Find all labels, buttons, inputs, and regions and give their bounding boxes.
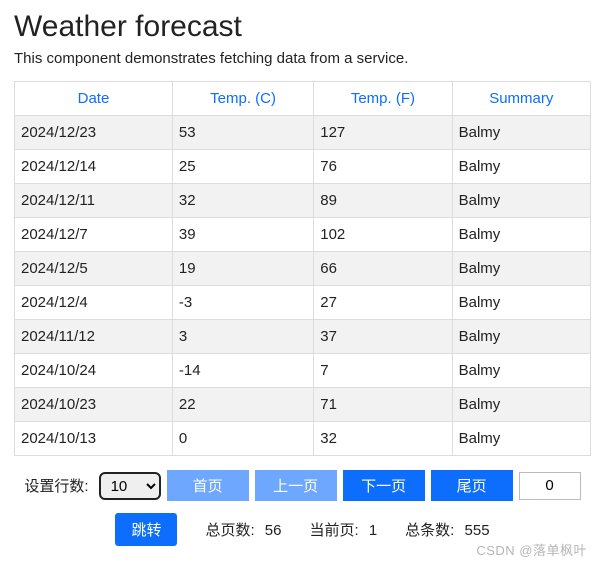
cell-date: 2024/10/23 — [15, 388, 173, 422]
set-rows-label: 设置行数: — [24, 475, 88, 496]
cell-f: 7 — [314, 354, 452, 388]
current-page-label: 当前页: — [309, 522, 358, 539]
cell-f: 127 — [314, 116, 452, 150]
cell-date: 2024/12/23 — [15, 116, 173, 150]
page-number-input[interactable] — [519, 472, 581, 500]
table-row: 2024/10/232271Balmy — [15, 388, 591, 422]
total-items-stat: 总条数: 555 — [405, 519, 489, 540]
pager-row-stats: 跳转 总页数: 56 当前页: 1 总条数: 555 — [14, 513, 591, 546]
col-date[interactable]: Date — [15, 82, 173, 116]
cell-f: 76 — [314, 150, 452, 184]
table-row: 2024/11/12337Balmy — [15, 320, 591, 354]
total-pages-value: 56 — [265, 522, 282, 539]
page-title: Weather forecast — [14, 10, 591, 44]
cell-f: 71 — [314, 388, 452, 422]
cell-summary: Balmy — [452, 320, 590, 354]
cell-c: 0 — [172, 422, 313, 456]
cell-c: -3 — [172, 286, 313, 320]
cell-summary: Balmy — [452, 286, 590, 320]
cell-c: 22 — [172, 388, 313, 422]
col-temp-c[interactable]: Temp. (C) — [172, 82, 313, 116]
table-row: 2024/12/51966Balmy — [15, 252, 591, 286]
cell-summary: Balmy — [452, 388, 590, 422]
cell-f: 32 — [314, 422, 452, 456]
cell-f: 27 — [314, 286, 452, 320]
cell-c: 3 — [172, 320, 313, 354]
next-page-button[interactable]: 下一页 — [343, 470, 425, 501]
cell-f: 66 — [314, 252, 452, 286]
cell-date: 2024/12/14 — [15, 150, 173, 184]
cell-c: 53 — [172, 116, 313, 150]
cell-summary: Balmy — [452, 184, 590, 218]
table-row: 2024/12/4-327Balmy — [15, 286, 591, 320]
table-row: 2024/12/142576Balmy — [15, 150, 591, 184]
last-page-button[interactable]: 尾页 — [431, 470, 513, 501]
total-pages-label: 总页数: — [205, 522, 254, 539]
col-temp-f[interactable]: Temp. (F) — [314, 82, 452, 116]
cell-c: 32 — [172, 184, 313, 218]
cell-f: 102 — [314, 218, 452, 252]
weather-table: Date Temp. (C) Temp. (F) Summary 2024/12… — [14, 81, 591, 456]
first-page-button[interactable]: 首页 — [167, 470, 249, 501]
cell-summary: Balmy — [452, 252, 590, 286]
table-row: 2024/12/113289Balmy — [15, 184, 591, 218]
col-summary[interactable]: Summary — [452, 82, 590, 116]
cell-date: 2024/12/11 — [15, 184, 173, 218]
total-pages-stat: 总页数: 56 — [205, 519, 281, 540]
cell-c: 39 — [172, 218, 313, 252]
cell-f: 89 — [314, 184, 452, 218]
jump-button[interactable]: 跳转 — [115, 513, 177, 546]
cell-c: 19 — [172, 252, 313, 286]
cell-c: 25 — [172, 150, 313, 184]
table-row: 2024/12/2353127Balmy — [15, 116, 591, 150]
cell-summary: Balmy — [452, 422, 590, 456]
pager: 设置行数: 10 首页 上一页 下一页 尾页 跳转 总页数: 56 当前页: 1… — [14, 470, 591, 546]
rows-select[interactable]: 10 — [99, 472, 161, 500]
cell-date: 2024/12/7 — [15, 218, 173, 252]
cell-date: 2024/10/24 — [15, 354, 173, 388]
cell-date: 2024/12/5 — [15, 252, 173, 286]
cell-date: 2024/10/13 — [15, 422, 173, 456]
cell-date: 2024/12/4 — [15, 286, 173, 320]
total-items-value: 555 — [465, 522, 490, 539]
table-row: 2024/10/24-147Balmy — [15, 354, 591, 388]
cell-summary: Balmy — [452, 354, 590, 388]
table-row: 2024/12/739102Balmy — [15, 218, 591, 252]
total-items-label: 总条数: — [405, 522, 454, 539]
cell-summary: Balmy — [452, 116, 590, 150]
page-subtitle: This component demonstrates fetching dat… — [14, 50, 591, 67]
cell-summary: Balmy — [452, 150, 590, 184]
cell-c: -14 — [172, 354, 313, 388]
table-row: 2024/10/13032Balmy — [15, 422, 591, 456]
cell-date: 2024/11/12 — [15, 320, 173, 354]
table-header-row: Date Temp. (C) Temp. (F) Summary — [15, 82, 591, 116]
prev-page-button[interactable]: 上一页 — [255, 470, 337, 501]
pager-row-controls: 设置行数: 10 首页 上一页 下一页 尾页 — [14, 470, 591, 501]
current-page-value: 1 — [369, 522, 377, 539]
current-page-stat: 当前页: 1 — [309, 519, 377, 540]
table-body: 2024/12/2353127Balmy2024/12/142576Balmy2… — [15, 116, 591, 456]
cell-summary: Balmy — [452, 218, 590, 252]
cell-f: 37 — [314, 320, 452, 354]
